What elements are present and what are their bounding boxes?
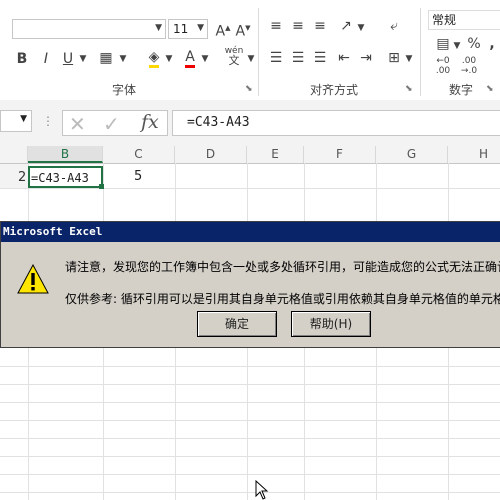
grid-line	[0, 420, 500, 421]
grid-line	[0, 492, 500, 493]
column-header-row: B C D E F G H	[0, 146, 500, 164]
chevron-down-icon[interactable]: ▼	[200, 51, 210, 67]
chevron-down-icon: ▼	[197, 23, 204, 33]
circular-reference-dialog: Microsoft Excel 请注意，发现您的工作簿中包含一处或多处循环引用，…	[0, 221, 500, 348]
wrap-text-icon[interactable]: ⤶	[384, 18, 404, 34]
font-name-dropdown[interactable]: ▼	[12, 19, 166, 39]
ok-button[interactable]: 确定	[197, 311, 277, 337]
column-header-g[interactable]: G	[376, 146, 448, 163]
chevron-down-icon[interactable]: ▼	[452, 38, 462, 54]
group-label-number: 数字	[449, 83, 474, 97]
row-header[interactable]: 2	[18, 170, 26, 185]
name-box[interactable]: ▼	[0, 110, 32, 132]
selected-cell-b[interactable]: =C43-A43	[28, 166, 104, 189]
merge-center-icon[interactable]: ⊞	[384, 50, 404, 66]
warning-icon	[17, 264, 49, 294]
insert-function-button[interactable]: fx	[141, 111, 159, 133]
grid-line	[0, 456, 500, 457]
grid-line	[0, 438, 500, 439]
dialog-message: 请注意，发现您的工作簿中包含一处或多处循环引用，可能造成您的公式无法正确计	[65, 260, 500, 274]
grid-line	[0, 384, 500, 385]
font-dialog-launcher-icon[interactable]: ⬊	[245, 84, 253, 94]
cell-b-value: =C43-A43	[31, 171, 89, 185]
column-header-f[interactable]: F	[304, 146, 376, 163]
cell-c-value[interactable]: 5	[134, 169, 142, 184]
grid-line	[0, 402, 500, 403]
increase-decimal-icon[interactable]: ←0.00	[430, 56, 456, 76]
ribbon: ▼ 11 ▼ A▲ A▼ B I U ▼ ▦ ▼ ◈ ▼ A ▼ wén 文 ▼ …	[0, 0, 500, 101]
phonetic-guide-icon[interactable]: wén 文	[222, 46, 246, 67]
orientation-icon[interactable]: ↗	[336, 18, 356, 34]
align-bottom-icon[interactable]: ≡	[310, 18, 330, 34]
align-right-icon[interactable]: ☰	[310, 50, 330, 66]
group-divider	[420, 8, 421, 96]
italic-button[interactable]: I	[38, 51, 54, 67]
dialog-hint: 仅供参考: 循环引用可以是引用其自身单元格值或引用依赖其自身单元格值的单元格	[65, 292, 500, 306]
group-label-alignment: 对齐方式	[310, 83, 359, 97]
chevron-down-icon[interactable]: ▼	[164, 51, 174, 67]
grid-line	[0, 188, 500, 189]
cancel-icon[interactable]: ✕	[69, 112, 86, 136]
font-size-value: 11	[173, 22, 189, 36]
column-header-b[interactable]: B	[28, 146, 103, 163]
help-button[interactable]: 帮助(H)	[291, 311, 371, 337]
number-dialog-launcher-icon[interactable]: ⬊	[486, 84, 494, 94]
align-center-icon[interactable]: ☰	[288, 50, 308, 66]
mouse-cursor-icon	[255, 480, 269, 500]
bold-button[interactable]: B	[14, 51, 30, 67]
chevron-down-icon[interactable]: ▼	[118, 51, 128, 67]
increase-font-icon[interactable]: A▲	[214, 20, 232, 40]
column-header-d[interactable]: D	[175, 146, 247, 163]
decrease-indent-icon[interactable]: ⇤	[334, 50, 354, 66]
percent-style-icon[interactable]: %	[466, 36, 482, 52]
chevron-down-icon: ▼	[155, 23, 162, 33]
align-top-icon[interactable]: ≡	[266, 18, 286, 34]
chevron-down-icon[interactable]: ▼	[356, 20, 366, 36]
grid-line	[0, 474, 500, 475]
underline-button[interactable]: U	[60, 51, 76, 67]
font-size-dropdown[interactable]: 11 ▼	[168, 19, 208, 39]
formula-input[interactable]: =C43-A43	[172, 110, 500, 136]
decrease-decimal-icon[interactable]: .00 →.0	[456, 56, 482, 76]
group-label-font: 字体	[112, 83, 137, 97]
select-all-corner[interactable]	[0, 146, 28, 163]
grid-line	[0, 366, 500, 367]
group-divider	[258, 8, 259, 96]
chevron-down-icon: ▼	[20, 114, 27, 124]
font-color-letter: A	[185, 49, 195, 68]
align-middle-icon[interactable]: ≡	[288, 18, 308, 34]
borders-icon[interactable]: ▦	[96, 50, 116, 66]
number-format-dropdown[interactable]: 常规	[428, 10, 500, 30]
column-header-e[interactable]: E	[247, 146, 304, 163]
fill-handle[interactable]	[99, 184, 104, 189]
font-color-icon[interactable]: A	[182, 49, 198, 68]
dialog-title: Microsoft Excel	[1, 222, 500, 242]
enter-icon[interactable]: ✓	[103, 112, 120, 136]
chevron-down-icon[interactable]: ▼	[404, 51, 414, 67]
number-format-value: 常规	[432, 13, 457, 27]
formula-buttons: ✕ ✓ fx	[62, 110, 168, 136]
column-header-c[interactable]: C	[103, 146, 175, 163]
decrease-font-icon[interactable]: A▼	[234, 20, 252, 40]
alignment-dialog-launcher-icon[interactable]: ⬊	[405, 84, 413, 94]
fill-color-icon[interactable]: ◈	[144, 49, 164, 68]
align-left-icon[interactable]: ☰	[266, 50, 286, 66]
formula-bar-grip-icon: ⋮	[42, 114, 54, 128]
chevron-down-icon[interactable]: ▼	[246, 51, 256, 67]
column-header-h[interactable]: H	[448, 146, 500, 163]
comma-style-icon[interactable]: ,	[484, 36, 500, 52]
chevron-down-icon[interactable]: ▼	[78, 51, 88, 67]
accounting-format-icon[interactable]: ▤	[432, 36, 454, 52]
increase-indent-icon[interactable]: ⇥	[356, 50, 376, 66]
